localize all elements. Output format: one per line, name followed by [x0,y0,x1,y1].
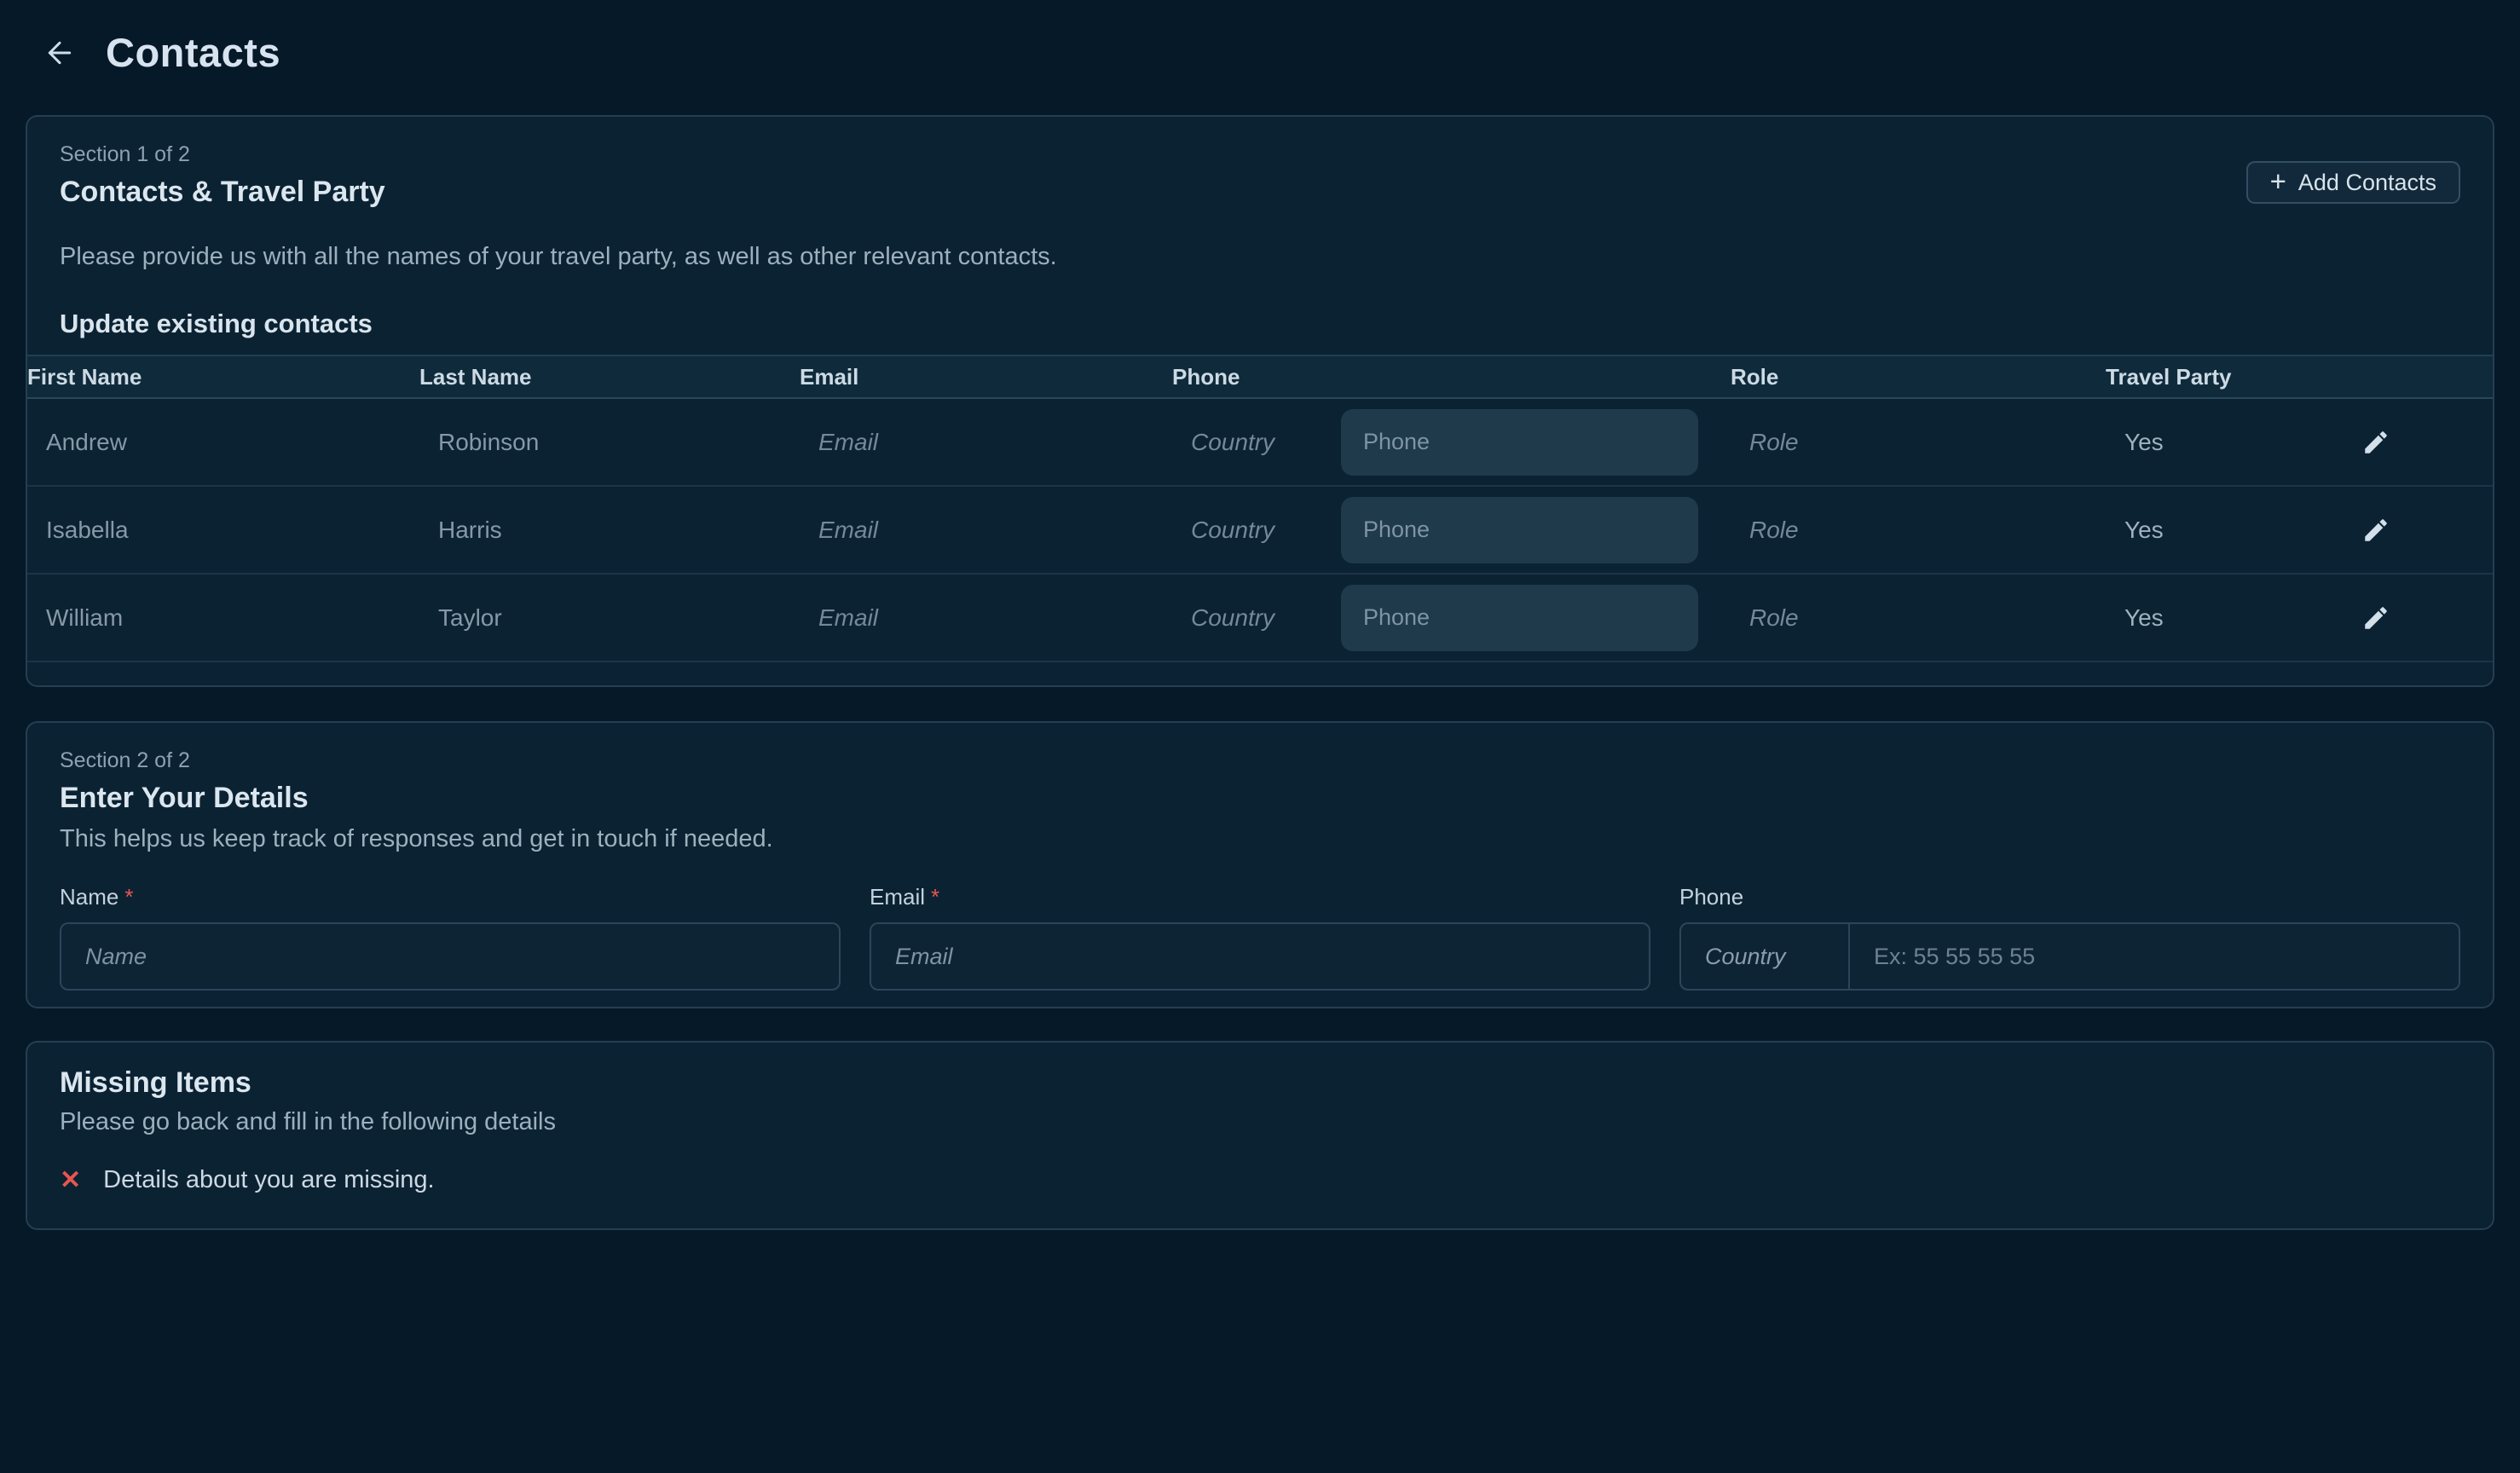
phone-number-input[interactable] [1850,924,2459,989]
table-footer-strip [26,662,2494,683]
phone-input[interactable] [1341,585,1698,651]
country-selector: Country [1191,429,1341,456]
header-travel-party: Travel Party [2073,364,2303,390]
contacts-travel-party-card: Section 1 of 2 Contacts & Travel Party +… [26,115,2494,687]
cell-last-name: Taylor [387,604,767,632]
contacts-table: First Name Last Name Email Phone Role Tr… [26,355,2494,683]
cell-travel-party: Yes [2073,429,2303,456]
table-row: Andrew Robinson Email Country Role Yes [26,399,2494,487]
pencil-icon [2361,428,2390,457]
cell-email-placeholder: Email [767,429,1140,456]
cell-last-name: Robinson [387,429,767,456]
update-existing-contacts-heading: Update existing contacts [60,309,2460,339]
page-header: Contacts [0,0,2520,76]
cell-role-placeholder: Role [1698,517,2073,544]
table-row: William Taylor Email Country Role Yes [26,575,2494,662]
cell-first-name: William [26,604,387,632]
edit-contact-button[interactable] [2355,509,2397,552]
missing-items-title: Missing Items [60,1043,2460,1100]
phone-input-group: Country [1679,922,2460,991]
cell-last-name: Harris [387,517,767,544]
country-selector: Country [1191,517,1341,544]
pencil-icon [2361,516,2390,545]
cell-phone: Country [1140,497,1698,563]
required-asterisk: * [931,884,939,910]
cell-first-name: Andrew [26,429,387,456]
section2-kicker: Section 2 of 2 [60,723,2460,773]
cell-travel-party: Yes [2073,604,2303,632]
name-label: Name* [60,884,841,910]
table-row: Isabella Harris Email Country Role Yes [26,487,2494,575]
phone-input[interactable] [1341,409,1698,476]
details-form: Name* Email* Phone Country [60,884,2460,991]
cell-travel-party: Yes [2073,517,2303,544]
cell-phone: Country [1140,409,1698,476]
section2-description: This helps us keep track of responses an… [60,825,2460,853]
name-input[interactable] [60,922,841,991]
add-contacts-label: Add Contacts [2298,170,2436,196]
phone-field-group: Phone Country [1679,884,2460,991]
country-selector[interactable]: Country [1681,924,1850,989]
cell-role-placeholder: Role [1698,604,2073,632]
cell-email-placeholder: Email [767,517,1140,544]
error-x-icon: ✕ [60,1165,81,1195]
missing-items-description: Please go back and fill in the following… [60,1108,2460,1136]
header-email: Email [767,364,1140,390]
section1-kicker: Section 1 of 2 [60,117,2460,167]
plus-icon: + [2270,167,2286,195]
email-label: Email* [870,884,1650,910]
section1-title: Contacts & Travel Party [60,176,2460,209]
country-selector: Country [1191,604,1341,632]
header-last-name: Last Name [387,364,767,390]
cell-role-placeholder: Role [1698,429,2073,456]
name-field-group: Name* [60,884,841,991]
cell-first-name: Isabella [26,517,387,544]
header-phone: Phone [1140,364,1698,390]
missing-item-text: Details about you are missing. [103,1166,434,1194]
enter-your-details-card: Section 2 of 2 Enter Your Details This h… [26,721,2494,1008]
email-input[interactable] [870,922,1650,991]
phone-input[interactable] [1341,497,1698,563]
edit-contact-button[interactable] [2355,421,2397,464]
header-role: Role [1698,364,2073,390]
cell-phone: Country [1140,585,1698,651]
phone-label: Phone [1679,884,2460,910]
missing-item: ✕ Details about you are missing. [60,1165,2460,1195]
email-field-group: Email* [870,884,1650,991]
add-contacts-button[interactable]: + Add Contacts [2246,161,2460,204]
pencil-icon [2361,604,2390,633]
page-title: Contacts [106,29,280,76]
section1-description: Please provide us with all the names of … [60,243,2460,271]
header-first-name: First Name [26,364,387,390]
edit-contact-button[interactable] [2355,597,2397,639]
contacts-table-header: First Name Last Name Email Phone Role Tr… [26,355,2494,399]
arrow-left-icon [43,36,77,70]
missing-items-card: Missing Items Please go back and fill in… [26,1041,2494,1230]
back-button[interactable] [38,31,82,75]
section2-title: Enter Your Details [60,782,2460,815]
required-asterisk: * [124,884,133,910]
cell-email-placeholder: Email [767,604,1140,632]
